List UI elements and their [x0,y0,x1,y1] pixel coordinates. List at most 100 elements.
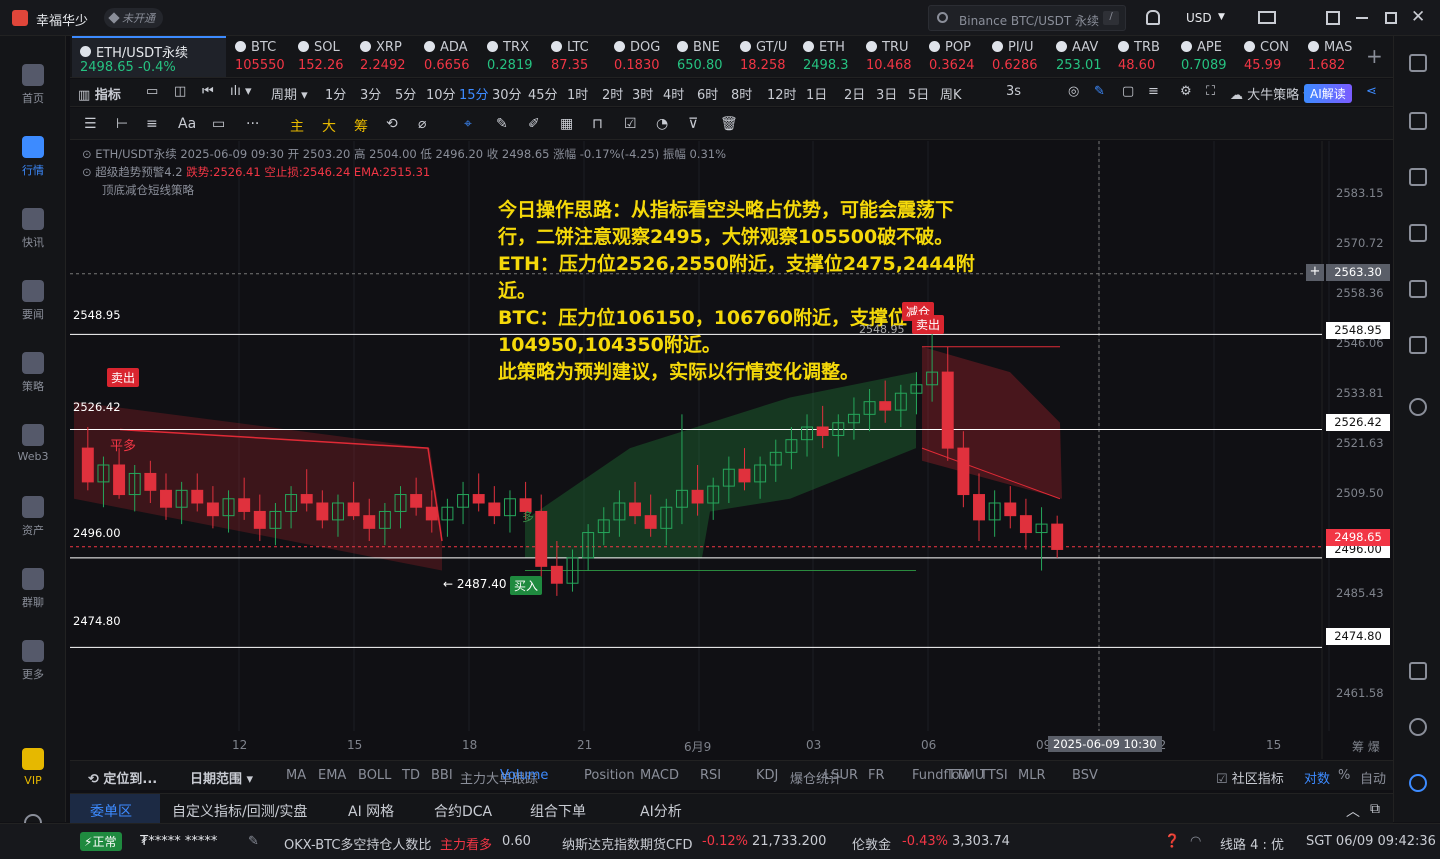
chip-label-icon[interactable]: 筹 爆 [1352,738,1380,755]
layout-icon[interactable]: ◫ [174,84,186,99]
strategy-dropdown[interactable]: ☁ 大牛策略 ▾ [1230,84,1310,103]
period-12[interactable]: 4时 [663,84,684,103]
menu-icon[interactable]: ☰ [84,116,97,132]
camera-icon[interactable]: ◎ [1068,84,1079,99]
bot-avatar-icon[interactable] [1409,774,1427,792]
mail-icon[interactable] [1258,11,1276,24]
period-10[interactable]: 2时 [602,84,623,103]
brush-icon[interactable]: ✐ [528,116,540,132]
pattern-icon[interactable]: ▦ [560,116,573,132]
locate-button[interactable]: ⟲ 定位到... [88,768,157,787]
tab-dca[interactable]: 合约DCA [434,801,492,821]
settings-gear-icon[interactable]: ⚙ [1180,84,1192,99]
account-status-badge[interactable]: 未开通 [104,8,163,28]
period-dropdown[interactable]: 周期 ▾ [271,84,308,103]
fib-icon[interactable]: ≡ [146,116,158,132]
tab-ai-grid[interactable]: AI 网格 [348,801,394,821]
period-5[interactable]: 10分 [426,84,456,103]
nav-groupchat[interactable]: 群聊 [0,568,66,610]
help-icon[interactable]: ❓ [1164,834,1180,849]
indicator-volume[interactable]: Volume [500,768,548,783]
crosshair-icon[interactable]: ⌖ [464,116,472,132]
active-symbol-tab[interactable]: ETH/USDT永续 2498.65 -0.4% [72,36,226,77]
indicator-lsur[interactable]: LSUR [824,768,858,783]
indicator-ma[interactable]: MA [286,768,306,783]
period-7[interactable]: 30分 [492,84,522,103]
indicator-macd[interactable]: MACD [640,768,679,783]
period-21[interactable]: 3s [1006,84,1021,99]
period-2[interactable]: 1分 [325,84,346,103]
period-16[interactable]: 1日 [806,84,827,103]
indicator-fr[interactable]: FR [868,768,885,783]
search-box[interactable]: Binance BTC/USDT 永续 / [928,5,1126,31]
edit-icon[interactable]: ☑ [624,116,637,132]
indicator-ttmu[interactable]: TTMU [948,768,984,783]
nav-market[interactable]: 行情 [0,136,66,178]
clear-drawing-icon[interactable]: ⌀ [418,116,426,132]
ticker-tab-btc[interactable]: BTC 105550 [235,40,293,76]
tab-combo-order[interactable]: 组合下单 [530,801,586,821]
ticker-tab-bne[interactable]: BNE 650.80 [677,40,735,76]
indicator-bbi[interactable]: BBI [431,768,453,783]
currency-select[interactable]: USD [1186,11,1212,25]
trend-icon[interactable] [1409,224,1427,242]
period-13[interactable]: 6时 [697,84,718,103]
indicator-rsi[interactable]: RSI [700,768,721,783]
pen-icon[interactable]: ✎ [496,116,508,132]
ticker-tab-mas[interactable]: MAS 1.682 [1308,40,1366,76]
ticker-tab-trx[interactable]: TRX 0.2819 [487,40,545,76]
refresh-icon[interactable]: ⟲ [386,116,398,132]
collapse-icon[interactable]: ⊙ [82,165,95,179]
indicator-bsv[interactable]: BSV [1072,768,1098,783]
indicator-button[interactable]: ▥ 指标 [78,84,121,103]
nav-flash[interactable]: 快讯 [0,208,66,250]
period-4[interactable]: 5分 [395,84,416,103]
wallet-icon[interactable] [1409,336,1427,354]
ticker-tab-dog[interactable]: DOG 0.1830 [614,40,672,76]
more-tools-icon[interactable]: ··· [246,116,259,132]
ticker-tab-ape[interactable]: APE 0.7089 [1181,40,1239,76]
period-3[interactable]: 3分 [360,84,381,103]
layout-panel-icon[interactable] [1409,662,1427,680]
ticker-tab-pop[interactable]: POP 0.3624 [929,40,987,76]
period-19[interactable]: 5日 [908,84,929,103]
rewind-icon[interactable]: ⏮ [202,84,214,99]
document-icon[interactable] [1409,112,1427,130]
nav-strategy[interactable]: 策略 [0,352,66,394]
indicator-boll[interactable]: BOLL [358,768,391,783]
nav-more[interactable]: 更多 [0,640,66,682]
ticker-tab-tru[interactable]: TRU 10.468 [866,40,924,76]
auto-scale-toggle[interactable]: 自动 [1360,768,1386,787]
horizontal-line-icon[interactable]: ⊢ [116,116,128,132]
signal-icon[interactable] [1409,398,1427,416]
bell-icon[interactable] [1146,10,1160,25]
trash-icon[interactable]: 🗑 [720,116,738,132]
indicator-ema[interactable]: EMA [318,768,346,783]
ai-interpret-button[interactable]: AI解读 [1304,84,1352,103]
add-tab-icon[interactable]: + [1366,44,1383,68]
search-input[interactable]: Binance BTC/USDT 永续 [959,12,1099,29]
ticker-tab-trb[interactable]: TRB 48.60 [1118,40,1176,76]
nav-vip[interactable]: VIP [0,748,66,787]
period-6[interactable]: 15分 [459,84,489,103]
nav-home[interactable]: 首页 [0,64,66,106]
indicator-kdj[interactable]: KDJ [756,768,778,783]
period-20[interactable]: 周K [940,84,962,103]
nav-assets[interactable]: 资产 [0,496,66,538]
indicator-td[interactable]: TD [402,768,420,783]
list-icon[interactable]: ≡ [1148,84,1159,99]
text-tool-icon[interactable]: Aa [178,116,196,132]
period-14[interactable]: 8时 [731,84,752,103]
monitor-icon[interactable] [1409,280,1427,298]
lock-icon[interactable]: ⊓ [592,116,603,132]
headset-icon[interactable] [1409,718,1427,736]
log-scale-toggle[interactable]: 对数 [1304,768,1330,787]
ticker-tab-xrp[interactable]: XRP 2.2492 [360,40,418,76]
magnet-icon[interactable]: ◔ [656,116,668,132]
period-11[interactable]: 3时 [632,84,653,103]
close-icon[interactable]: ✕ [1411,7,1425,27]
chip-toggle[interactable]: 筹 [354,116,368,136]
tab-ai-analysis[interactable]: AI分析 [640,801,682,821]
dollar-icon[interactable] [1409,168,1427,186]
popout-icon[interactable] [1326,11,1340,25]
